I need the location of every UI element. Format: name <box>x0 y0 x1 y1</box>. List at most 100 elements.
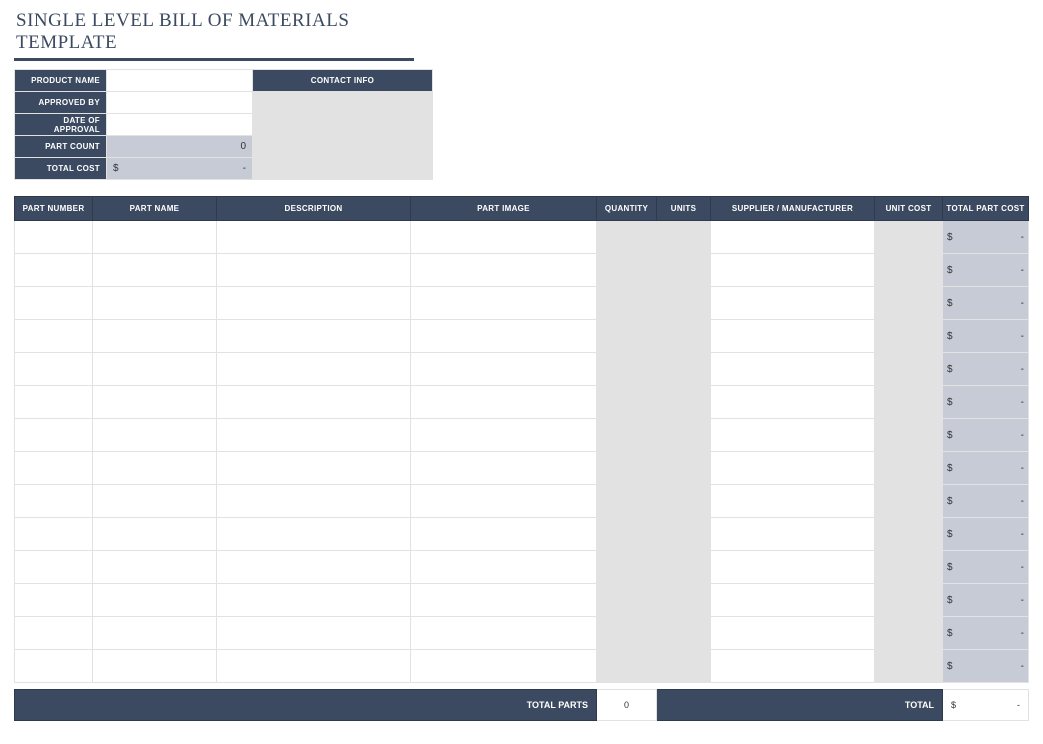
cell-part-name[interactable] <box>93 485 217 518</box>
cell-part-image[interactable] <box>411 584 597 617</box>
cell-supplier[interactable] <box>711 485 875 518</box>
contact-info-field-1[interactable] <box>253 92 433 114</box>
cell-part-name[interactable] <box>93 353 217 386</box>
cell-supplier[interactable] <box>711 386 875 419</box>
cell-part-number[interactable] <box>15 551 93 584</box>
cell-part-image[interactable] <box>411 353 597 386</box>
cell-supplier[interactable] <box>711 452 875 485</box>
cell-description[interactable] <box>217 419 411 452</box>
cell-supplier[interactable] <box>711 551 875 584</box>
cell-supplier[interactable] <box>711 419 875 452</box>
cell-quantity[interactable] <box>597 584 657 617</box>
cell-part-number[interactable] <box>15 518 93 551</box>
cell-part-number[interactable] <box>15 485 93 518</box>
cell-part-name[interactable] <box>93 287 217 320</box>
cell-description[interactable] <box>217 617 411 650</box>
cell-units[interactable] <box>657 485 711 518</box>
cell-part-image[interactable] <box>411 320 597 353</box>
cell-part-number[interactable] <box>15 254 93 287</box>
cell-part-image[interactable] <box>411 617 597 650</box>
cell-description[interactable] <box>217 551 411 584</box>
cell-supplier[interactable] <box>711 518 875 551</box>
cell-part-number[interactable] <box>15 650 93 683</box>
cell-units[interactable] <box>657 617 711 650</box>
cell-unit-cost[interactable] <box>875 221 943 254</box>
cell-part-number[interactable] <box>15 584 93 617</box>
cell-supplier[interactable] <box>711 584 875 617</box>
cell-supplier[interactable] <box>711 650 875 683</box>
cell-description[interactable] <box>217 353 411 386</box>
cell-part-image[interactable] <box>411 419 597 452</box>
cell-part-number[interactable] <box>15 386 93 419</box>
cell-quantity[interactable] <box>597 287 657 320</box>
cell-part-number[interactable] <box>15 419 93 452</box>
cell-units[interactable] <box>657 584 711 617</box>
cell-unit-cost[interactable] <box>875 518 943 551</box>
cell-part-number[interactable] <box>15 320 93 353</box>
cell-unit-cost[interactable] <box>875 320 943 353</box>
cell-description[interactable] <box>217 254 411 287</box>
product-name-field[interactable] <box>107 70 253 92</box>
cell-supplier[interactable] <box>711 617 875 650</box>
cell-part-name[interactable] <box>93 584 217 617</box>
cell-quantity[interactable] <box>597 518 657 551</box>
cell-units[interactable] <box>657 452 711 485</box>
contact-info-field-3[interactable] <box>253 136 433 158</box>
cell-units[interactable] <box>657 254 711 287</box>
cell-part-name[interactable] <box>93 419 217 452</box>
cell-part-image[interactable] <box>411 221 597 254</box>
date-of-approval-field[interactable] <box>107 114 253 136</box>
cell-quantity[interactable] <box>597 419 657 452</box>
cell-part-name[interactable] <box>93 254 217 287</box>
cell-supplier[interactable] <box>711 254 875 287</box>
cell-unit-cost[interactable] <box>875 353 943 386</box>
cell-part-image[interactable] <box>411 287 597 320</box>
cell-supplier[interactable] <box>711 221 875 254</box>
cell-quantity[interactable] <box>597 221 657 254</box>
cell-unit-cost[interactable] <box>875 386 943 419</box>
cell-part-image[interactable] <box>411 551 597 584</box>
cell-description[interactable] <box>217 221 411 254</box>
cell-units[interactable] <box>657 386 711 419</box>
cell-description[interactable] <box>217 584 411 617</box>
cell-description[interactable] <box>217 452 411 485</box>
cell-quantity[interactable] <box>597 617 657 650</box>
cell-quantity[interactable] <box>597 650 657 683</box>
cell-part-name[interactable] <box>93 386 217 419</box>
cell-part-name[interactable] <box>93 221 217 254</box>
cell-part-name[interactable] <box>93 320 217 353</box>
cell-part-name[interactable] <box>93 518 217 551</box>
cell-part-number[interactable] <box>15 452 93 485</box>
cell-units[interactable] <box>657 287 711 320</box>
cell-part-name[interactable] <box>93 452 217 485</box>
cell-unit-cost[interactable] <box>875 650 943 683</box>
cell-unit-cost[interactable] <box>875 584 943 617</box>
cell-quantity[interactable] <box>597 551 657 584</box>
cell-unit-cost[interactable] <box>875 287 943 320</box>
cell-part-image[interactable] <box>411 485 597 518</box>
cell-quantity[interactable] <box>597 386 657 419</box>
cell-unit-cost[interactable] <box>875 452 943 485</box>
cell-supplier[interactable] <box>711 287 875 320</box>
cell-part-number[interactable] <box>15 353 93 386</box>
contact-info-field-4[interactable] <box>253 158 433 180</box>
cell-units[interactable] <box>657 551 711 584</box>
cell-part-image[interactable] <box>411 650 597 683</box>
cell-unit-cost[interactable] <box>875 551 943 584</box>
cell-part-number[interactable] <box>15 221 93 254</box>
cell-unit-cost[interactable] <box>875 485 943 518</box>
cell-units[interactable] <box>657 518 711 551</box>
cell-quantity[interactable] <box>597 254 657 287</box>
cell-description[interactable] <box>217 287 411 320</box>
cell-part-name[interactable] <box>93 650 217 683</box>
cell-part-image[interactable] <box>411 518 597 551</box>
cell-part-name[interactable] <box>93 551 217 584</box>
contact-info-field-2[interactable] <box>253 114 433 136</box>
cell-units[interactable] <box>657 320 711 353</box>
cell-units[interactable] <box>657 419 711 452</box>
cell-units[interactable] <box>657 353 711 386</box>
cell-description[interactable] <box>217 518 411 551</box>
cell-description[interactable] <box>217 485 411 518</box>
cell-part-number[interactable] <box>15 287 93 320</box>
cell-quantity[interactable] <box>597 485 657 518</box>
